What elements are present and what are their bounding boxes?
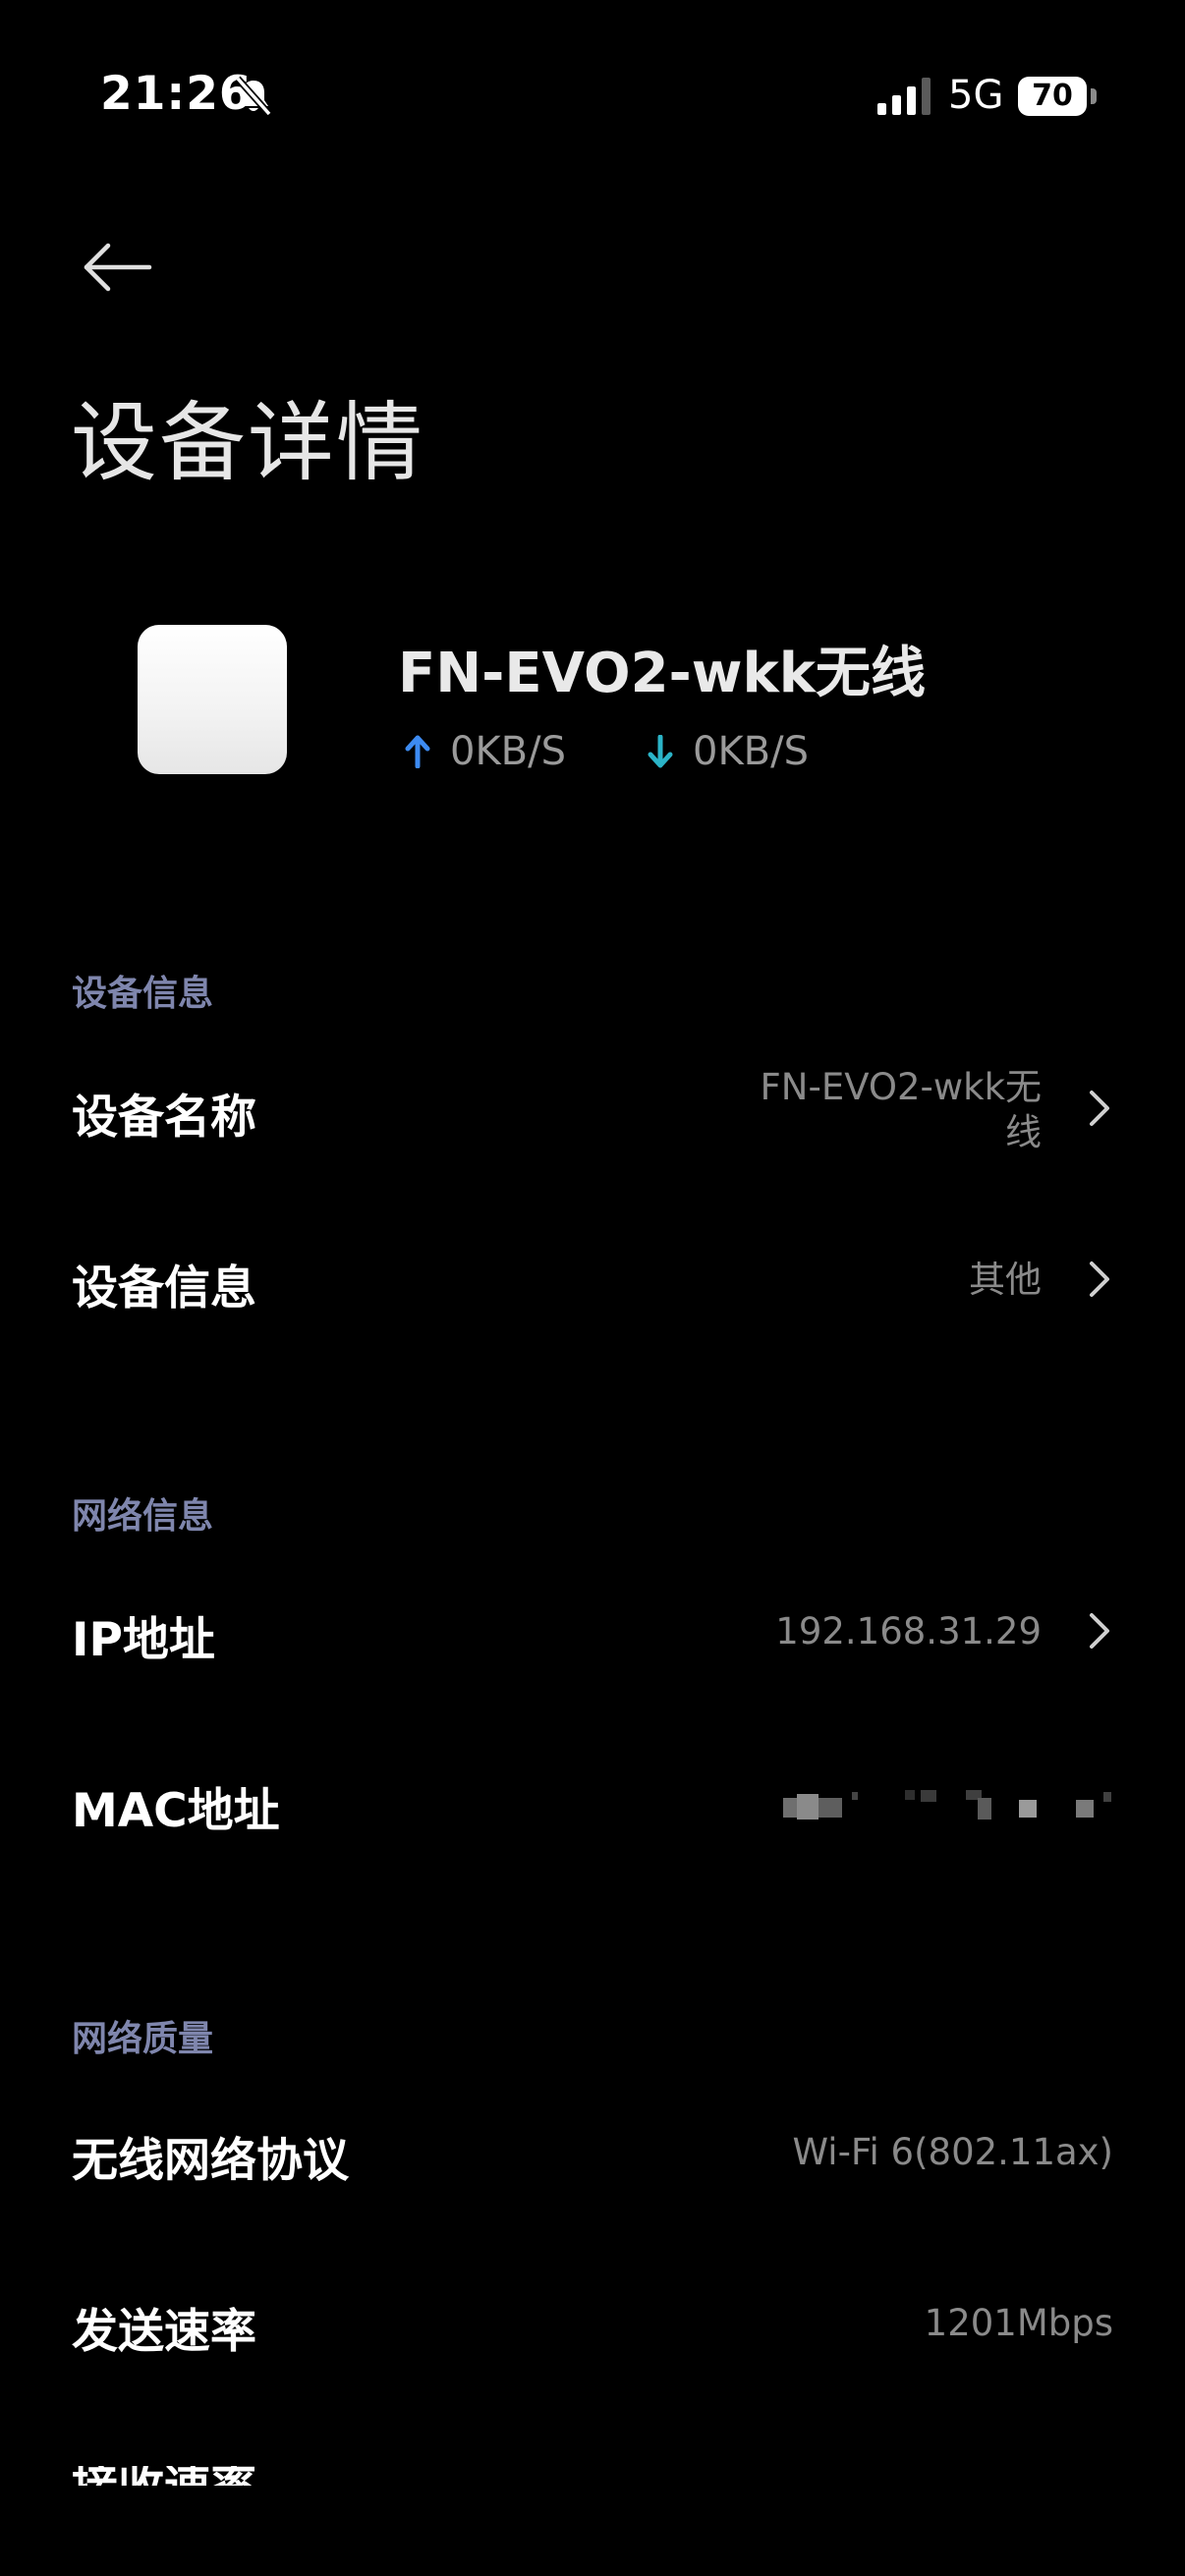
protocol-label: 无线网络协议 bbox=[72, 2134, 349, 2188]
ip-address-value: 192.168.31.29 bbox=[775, 1610, 1042, 1652]
mac-address-label: MAC地址 bbox=[72, 1784, 280, 1838]
download-arrow-icon bbox=[648, 735, 673, 768]
back-arrow-icon[interactable] bbox=[79, 228, 157, 307]
rx-rate-row-partial: 接收速率 bbox=[72, 2466, 327, 2486]
device-name-heading: FN-EVO2-wkk无线 bbox=[398, 642, 927, 705]
upload-arrow-icon bbox=[405, 735, 430, 768]
ip-address-label: IP地址 bbox=[72, 1613, 215, 1667]
status-bar: 21:26 5G 70 bbox=[0, 0, 1185, 196]
page-title: 设备详情 bbox=[71, 392, 425, 493]
signal-icon bbox=[877, 78, 931, 115]
download-speed: 0KB/S bbox=[648, 727, 809, 776]
device-type-value: 其他 bbox=[969, 1259, 1042, 1301]
upload-speed-value: 0KB/S bbox=[450, 729, 566, 774]
device-name-value-line1: FN-EVO2-wkk无 bbox=[760, 1066, 1042, 1108]
tx-rate-label: 发送速率 bbox=[72, 2305, 256, 2359]
device-name-label: 设备名称 bbox=[72, 1091, 256, 1145]
device-type-label: 设备信息 bbox=[72, 1261, 256, 1316]
tx-rate-value: 1201Mbps bbox=[924, 2302, 1113, 2344]
section-header-network-info: 网络信息 bbox=[72, 1496, 214, 1537]
section-header-device-info: 设备信息 bbox=[72, 974, 214, 1014]
mac-address-value-redacted bbox=[783, 1784, 1113, 1823]
bell-muted-icon bbox=[235, 76, 272, 117]
battery-tip bbox=[1091, 88, 1097, 104]
section-header-network-quality: 网络质量 bbox=[72, 2019, 214, 2059]
device-thumbnail bbox=[138, 625, 287, 774]
chevron-right-icon bbox=[1090, 1613, 1109, 1649]
network-type: 5G bbox=[948, 73, 1004, 118]
chevron-right-icon bbox=[1090, 1261, 1109, 1297]
download-speed-value: 0KB/S bbox=[693, 729, 809, 774]
status-time: 21:26 bbox=[100, 67, 253, 121]
protocol-value: Wi-Fi 6(802.11ax) bbox=[792, 2131, 1113, 2173]
chevron-right-icon bbox=[1090, 1091, 1109, 1126]
device-name-value: FN-EVO2-wkk无 线 bbox=[717, 1065, 1042, 1155]
device-name-value-line2: 线 bbox=[1005, 1111, 1042, 1153]
battery-icon: 70 bbox=[1018, 77, 1087, 116]
upload-speed: 0KB/S bbox=[405, 727, 566, 776]
rx-rate-label: 接收速率 bbox=[72, 2466, 327, 2486]
